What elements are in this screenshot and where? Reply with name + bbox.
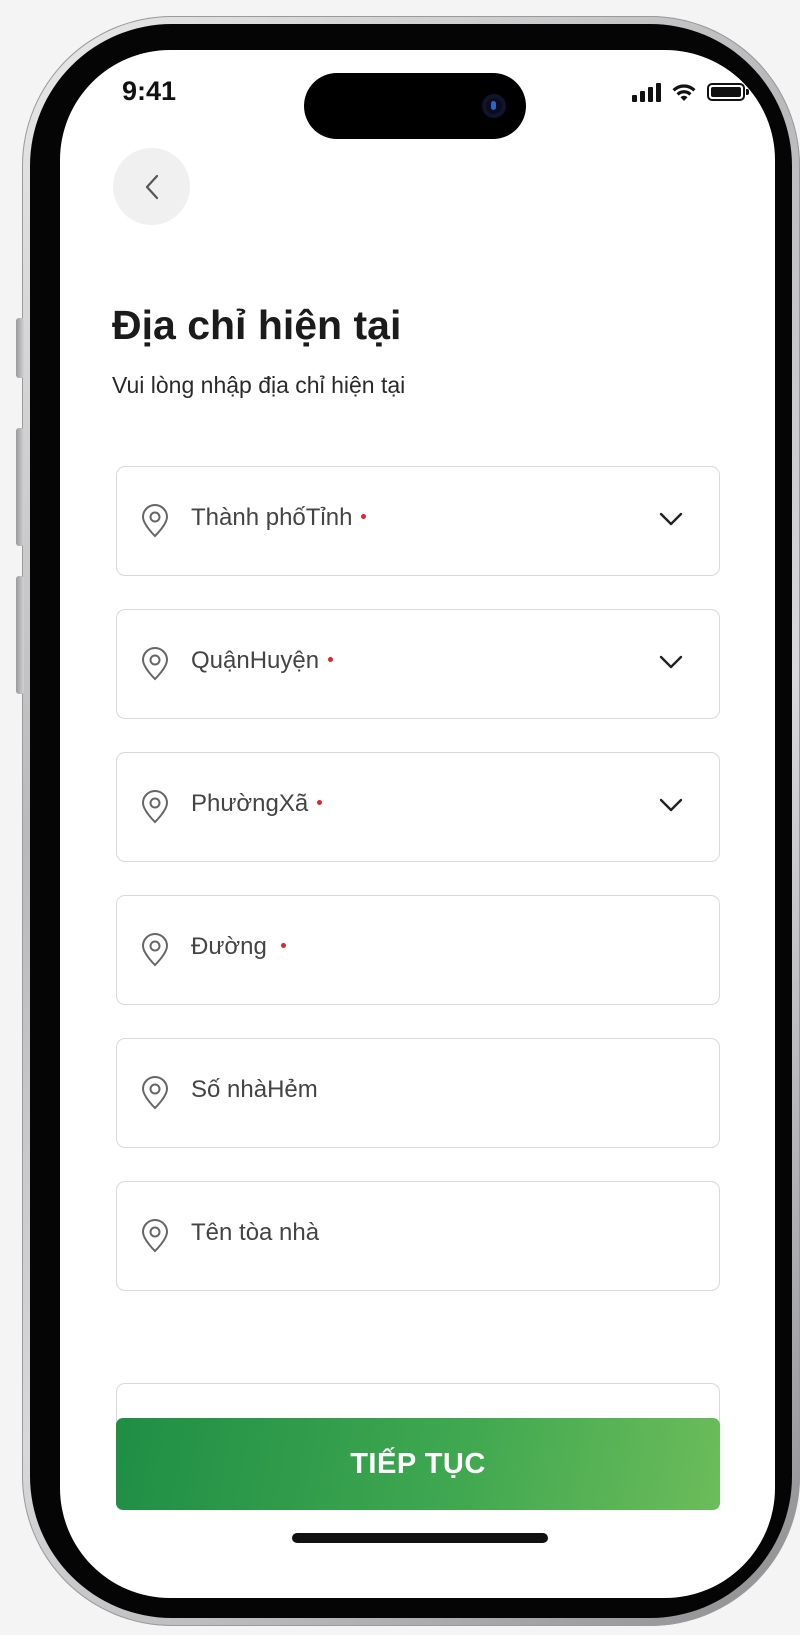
city-province-label: Thành phốTỉnh bbox=[191, 504, 367, 532]
location-pin-icon bbox=[141, 790, 169, 824]
wifi-icon bbox=[672, 84, 696, 101]
battery-icon bbox=[707, 83, 749, 101]
house-number-input[interactable]: Số nhàHẻm bbox=[116, 1038, 720, 1148]
volume-down-button bbox=[16, 576, 24, 694]
chevron-down-icon bbox=[659, 798, 683, 812]
required-indicator bbox=[317, 800, 323, 806]
chevron-down-icon bbox=[659, 655, 683, 669]
location-pin-icon bbox=[141, 1076, 169, 1110]
chevron-left-icon bbox=[145, 174, 158, 199]
street-input[interactable]: Đường bbox=[116, 895, 720, 1005]
action-button bbox=[16, 318, 24, 378]
required-indicator bbox=[361, 514, 367, 520]
status-icons bbox=[632, 82, 749, 102]
front-camera-icon bbox=[482, 94, 506, 118]
home-indicator[interactable] bbox=[292, 1533, 548, 1543]
continue-button[interactable]: TIẾP TỤC bbox=[116, 1418, 720, 1510]
street-label: Đường bbox=[191, 933, 286, 961]
ward-label: PhườngXã bbox=[191, 790, 323, 818]
page-subtitle: Vui lòng nhập địa chỉ hiện tại bbox=[112, 372, 406, 398]
volume-up-button bbox=[16, 428, 24, 546]
chevron-down-icon bbox=[659, 512, 683, 526]
location-pin-icon bbox=[141, 504, 169, 538]
house-number-label: Số nhàHẻm bbox=[191, 1076, 318, 1103]
location-pin-icon bbox=[141, 933, 169, 967]
required-indicator bbox=[328, 657, 334, 663]
location-pin-icon bbox=[141, 1219, 169, 1253]
district-label: QuậnHuyện bbox=[191, 647, 334, 675]
dynamic-island bbox=[304, 73, 526, 139]
back-button[interactable] bbox=[113, 148, 190, 225]
district-select[interactable]: QuậnHuyện bbox=[116, 609, 720, 719]
app-screen: 9:41 Địa chỉ hiện tại Vui lòng nhập địa … bbox=[60, 50, 775, 1598]
next-field-partial[interactable] bbox=[116, 1383, 720, 1423]
building-name-input[interactable]: Tên tòa nhà bbox=[116, 1181, 720, 1291]
cellular-signal-icon bbox=[632, 82, 661, 102]
page-title: Địa chỉ hiện tại bbox=[112, 302, 402, 348]
ward-select[interactable]: PhườngXã bbox=[116, 752, 720, 862]
required-indicator bbox=[280, 943, 286, 949]
building-name-label: Tên tòa nhà bbox=[191, 1219, 320, 1246]
location-pin-icon bbox=[141, 647, 169, 681]
status-time: 9:41 bbox=[122, 76, 177, 106]
city-province-select[interactable]: Thành phốTỉnh bbox=[116, 466, 720, 576]
